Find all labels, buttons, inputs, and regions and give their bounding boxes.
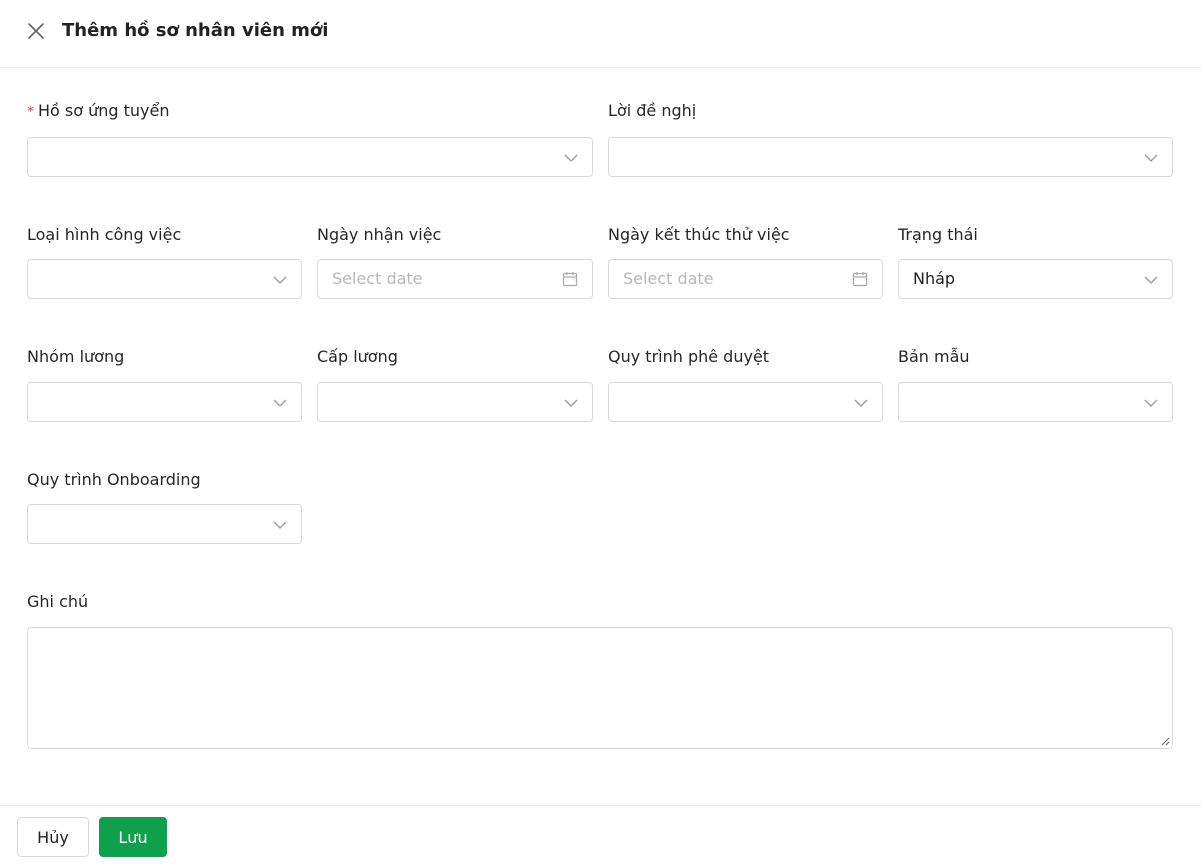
dialog-header: Thêm hồ sơ nhân viên mới [0, 0, 1201, 68]
probation-end-date-picker[interactable]: Select date [608, 259, 883, 299]
dialog-footer: Hủy Lưu [0, 805, 1201, 868]
job-type-select[interactable] [27, 259, 302, 299]
application-select[interactable] [27, 137, 593, 177]
required-marker: * [27, 104, 34, 120]
application-label-text: Hồ sơ ứng tuyển [38, 101, 170, 120]
job-type-label: Loại hình công việc [27, 225, 182, 244]
application-label: * Hồ sơ ứng tuyển [27, 100, 170, 123]
resize-handle-icon[interactable] [1161, 737, 1170, 746]
calendar-icon [562, 272, 578, 287]
chevron-down-icon [1144, 154, 1158, 162]
chevron-down-icon [273, 276, 287, 284]
status-select[interactable]: Nháp [898, 259, 1173, 299]
close-icon[interactable] [26, 21, 46, 41]
onboarding-process-label: Quy trình Onboarding [27, 470, 201, 489]
offer-label: Lời đề nghị [608, 101, 697, 120]
start-date-label: Ngày nhận việc [317, 225, 442, 244]
offer-select[interactable] [608, 137, 1173, 177]
dialog-title: Thêm hồ sơ nhân viên mới [62, 20, 329, 41]
start-date-picker[interactable]: Select date [317, 259, 593, 299]
notes-label: Ghi chú [27, 592, 89, 611]
start-date-placeholder: Select date [332, 269, 423, 288]
approval-process-label: Quy trình phê duyệt [608, 347, 770, 366]
calendar-icon [852, 272, 868, 287]
salary-grade-select[interactable] [317, 382, 593, 422]
chevron-down-icon [273, 521, 287, 529]
chevron-down-icon [273, 399, 287, 407]
onboarding-process-select[interactable] [27, 504, 302, 544]
notes-textarea[interactable] [27, 627, 1173, 749]
salary-group-select[interactable] [27, 382, 302, 422]
template-label: Bản mẫu [898, 347, 970, 366]
salary-grade-label: Cấp lương [317, 347, 398, 366]
chevron-down-icon [1144, 399, 1158, 407]
salary-group-label: Nhóm lương [27, 347, 125, 366]
chevron-down-icon [1144, 276, 1158, 284]
template-select[interactable] [898, 382, 1173, 422]
chevron-down-icon [564, 154, 578, 162]
probation-end-placeholder: Select date [623, 269, 714, 288]
probation-end-label: Ngày kết thúc thử việc [608, 225, 790, 244]
cancel-button[interactable]: Hủy [17, 817, 89, 857]
status-value: Nháp [913, 269, 956, 288]
status-label: Trạng thái [898, 225, 978, 244]
chevron-down-icon [564, 399, 578, 407]
approval-process-select[interactable] [608, 382, 883, 422]
chevron-down-icon [854, 399, 868, 407]
save-button[interactable]: Lưu [99, 817, 167, 857]
